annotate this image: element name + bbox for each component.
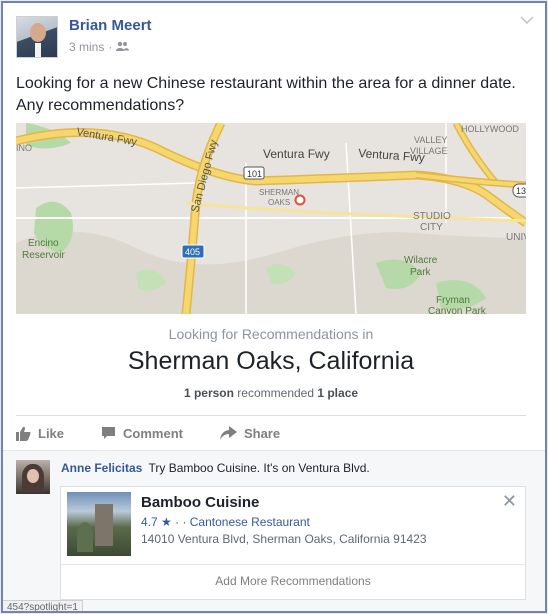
place-photo[interactable] bbox=[67, 492, 131, 556]
like-button[interactable]: Like bbox=[16, 426, 64, 441]
map-label: HOLLYWOOD bbox=[461, 124, 519, 134]
person-count[interactable]: 1 person bbox=[184, 386, 234, 400]
share-icon bbox=[219, 426, 237, 440]
post-meta: 3 mins · bbox=[69, 40, 130, 54]
divider bbox=[16, 415, 526, 416]
place-rating: 4.7 ★ · · Cantonese Restaurant bbox=[141, 515, 310, 529]
comment-text: Try Bamboo Cuisine. It's on Ventura Blvd… bbox=[148, 461, 370, 475]
comments-section: Anne Felicitas Try Bamboo Cuisine. It's … bbox=[3, 450, 545, 611]
place-name[interactable]: Bamboo Cuisine bbox=[141, 494, 259, 511]
map-label: Ventura Fwy bbox=[75, 126, 138, 149]
post-text: Looking for a new Chinese restaurant wit… bbox=[16, 75, 516, 114]
thumbs-up-icon bbox=[16, 426, 31, 441]
place-card[interactable]: Bamboo Cuisine 4.7 ★ · · Cantonese Resta… bbox=[60, 486, 526, 600]
map-label: INO bbox=[16, 143, 32, 153]
recommendation-location[interactable]: Sherman Oaks, California bbox=[16, 347, 526, 376]
poster-name[interactable]: Brian Meert bbox=[69, 17, 152, 34]
divider bbox=[61, 564, 525, 565]
map-label: STUDIO bbox=[413, 211, 451, 222]
location-pin-icon[interactable] bbox=[294, 194, 306, 206]
route-405-shield: 405 bbox=[185, 247, 200, 257]
commenter-avatar[interactable] bbox=[16, 460, 50, 494]
comment-icon bbox=[101, 426, 116, 440]
map-label: Wilacre bbox=[404, 255, 438, 266]
share-button[interactable]: Share bbox=[219, 426, 280, 441]
map-label: Canyon Park bbox=[428, 306, 487, 314]
comment-author[interactable]: Anne Felicitas bbox=[61, 461, 142, 475]
map-label: Ventura Fwy bbox=[263, 147, 330, 161]
map-label: VALLEY bbox=[414, 135, 447, 145]
route-134-shield: 134 bbox=[516, 186, 526, 196]
friends-icon[interactable] bbox=[116, 40, 130, 54]
map-label: Fryman bbox=[436, 295, 470, 306]
add-more-recommendations-button[interactable]: Add More Recommendations bbox=[61, 574, 525, 588]
status-url: 454?spotlight=1 bbox=[3, 600, 83, 611]
map-label: OAKS bbox=[268, 198, 290, 207]
poster-avatar[interactable] bbox=[16, 16, 58, 58]
close-icon[interactable]: ✕ bbox=[502, 491, 517, 512]
recommendation-label: Looking for Recommendations in bbox=[168, 326, 374, 342]
place-address: 14010 Ventura Blvd, Sherman Oaks, Califo… bbox=[141, 532, 427, 546]
action-bar: Like Comment Share bbox=[16, 418, 526, 448]
map-label: Encino bbox=[28, 238, 59, 249]
comment-button[interactable]: Comment bbox=[101, 426, 183, 441]
map-label: UNIV bbox=[506, 232, 526, 243]
map-label: Reservoir bbox=[22, 250, 65, 261]
map-label: Park bbox=[410, 267, 432, 278]
chevron-down-icon[interactable] bbox=[520, 15, 534, 25]
post-time[interactable]: 3 mins bbox=[69, 40, 104, 54]
place-count[interactable]: 1 place bbox=[317, 386, 358, 400]
route-101-shield: 101 bbox=[247, 169, 262, 179]
recommendation-count: 1 person recommended 1 place bbox=[183, 386, 359, 400]
comment: Anne Felicitas Try Bamboo Cuisine. It's … bbox=[61, 461, 370, 475]
map[interactable]: Ventura Fwy Ventura Fwy Ventura Fwy HOLL… bbox=[16, 123, 526, 314]
map-label: SHERMAN bbox=[259, 188, 299, 197]
map-label: VILLAGE bbox=[410, 146, 448, 156]
post-card: Brian Meert 3 mins · Looking for a new C… bbox=[1, 1, 547, 613]
map-label: CITY bbox=[420, 222, 443, 233]
